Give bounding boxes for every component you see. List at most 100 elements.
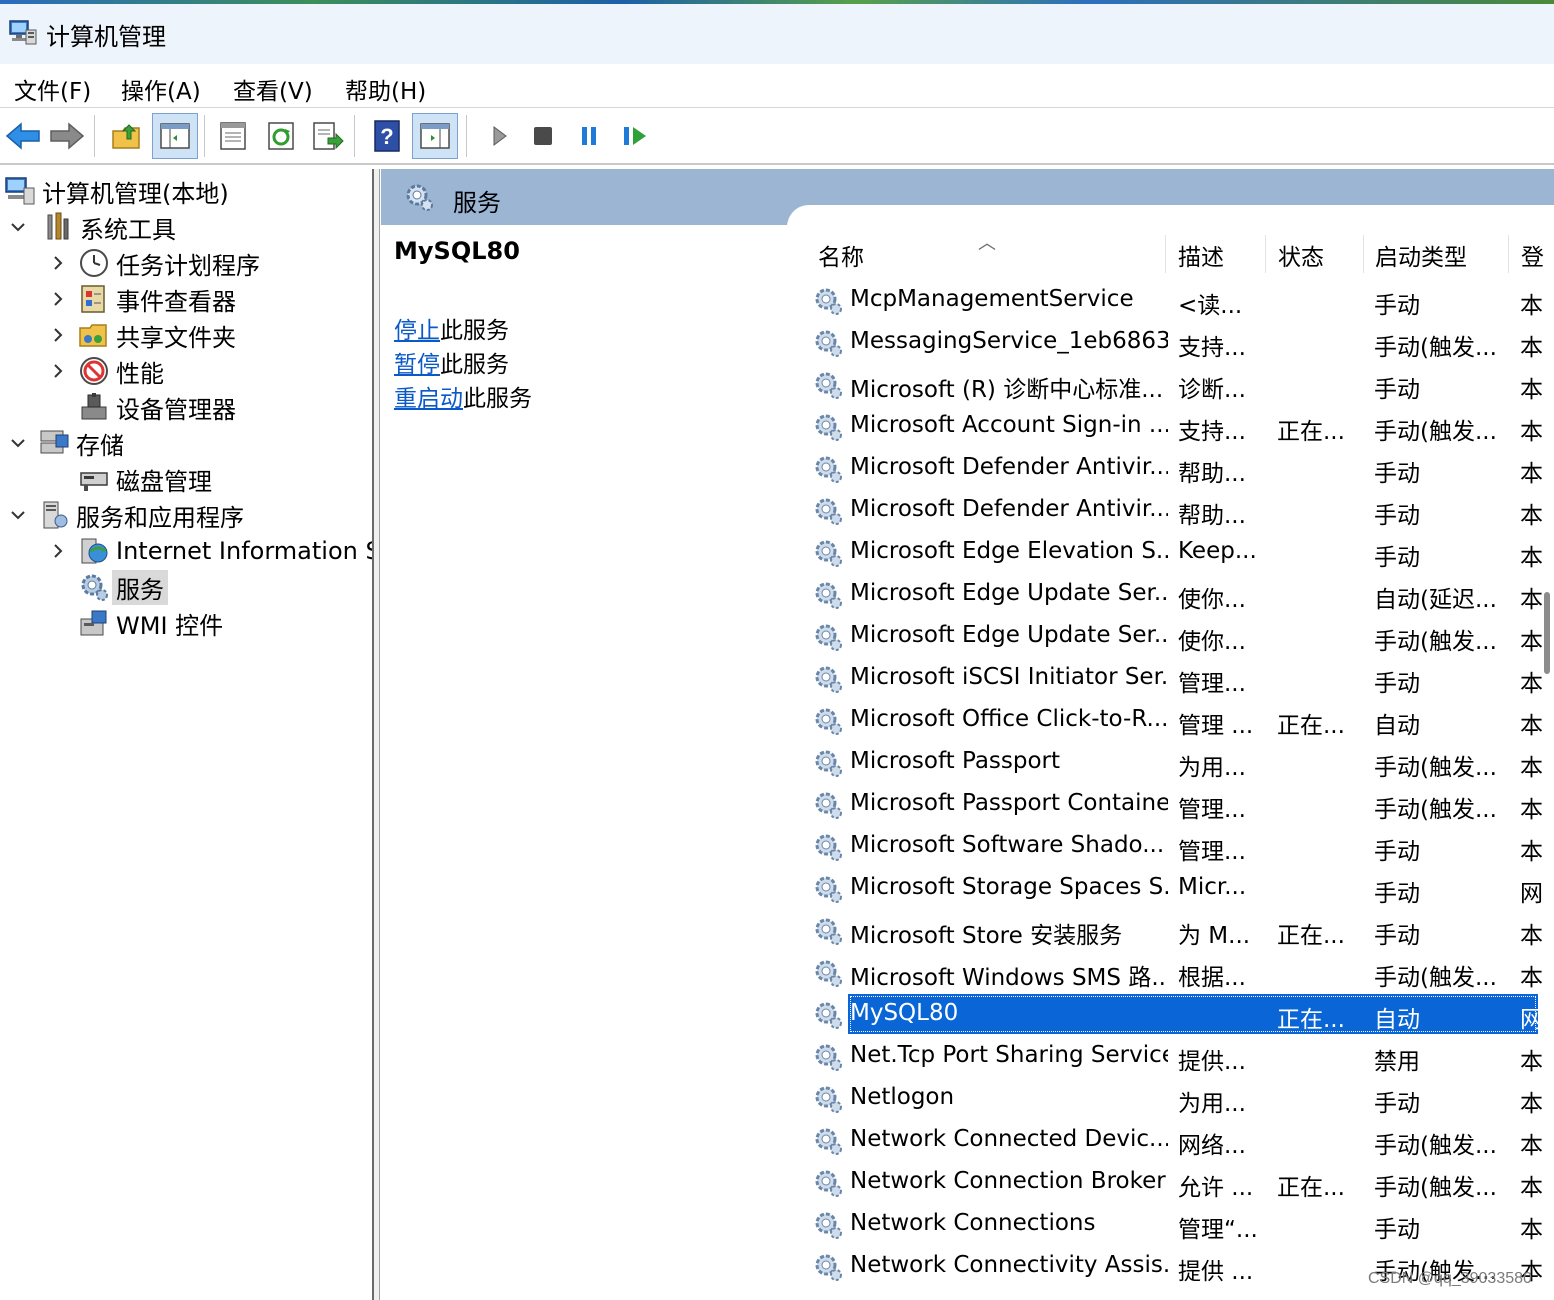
services-gear-icon <box>81 574 108 601</box>
service-row[interactable]: Microsoft Passport 为用... 手动(触发... 本 <box>808 741 1554 783</box>
service-description: <读... <box>1178 293 1243 319</box>
service-row[interactable]: Microsoft Edge Update Ser... 使你... 手动(触发..… <box>808 615 1554 657</box>
tree-system-tools[interactable]: 系统工具 <box>8 209 176 245</box>
service-row[interactable]: Microsoft (R) 诊断中心标准... 诊断... 手动 本 <box>808 363 1554 405</box>
tree-root[interactable]: 计算机管理(本地) <box>4 173 229 209</box>
tree-task-scheduler[interactable]: 任务计划程序 <box>48 245 260 281</box>
tree-storage[interactable]: 存储 <box>8 425 124 461</box>
menu-help[interactable]: 帮助(H) <box>343 72 428 106</box>
restart-service-link[interactable]: 重启动 <box>394 386 463 412</box>
service-row[interactable]: Microsoft Defender Antivir... 帮助... 手动 本 <box>808 447 1554 489</box>
pause-service-button[interactable] <box>566 113 612 159</box>
service-row[interactable]: Microsoft Passport Container 管理... 手动(触发..… <box>808 783 1554 825</box>
column-description[interactable]: 描述 <box>1168 235 1266 275</box>
show-hide-action-pane-icon <box>420 123 450 149</box>
service-gear-icon <box>815 540 842 567</box>
menu-action[interactable]: 操作(A) <box>119 72 203 106</box>
service-description: 管理... <box>1178 839 1246 865</box>
chevron-right-icon[interactable] <box>48 289 68 309</box>
service-row[interactable]: MessagingService_1eb6863f 支持... 手动(触发... 本 <box>808 321 1554 363</box>
stop-service-icon <box>534 127 552 145</box>
chevron-right-icon[interactable] <box>48 325 68 345</box>
service-row[interactable]: Microsoft Defender Antivir... 帮助... 手动 本 <box>808 489 1554 531</box>
service-description: 帮助... <box>1178 461 1246 487</box>
restart-service-button[interactable] <box>612 113 658 159</box>
show-hide-console-tree-button[interactable] <box>152 113 198 159</box>
chevron-right-icon[interactable] <box>48 541 68 561</box>
service-row[interactable]: Microsoft Account Sign-in ... 支持... 正在... 手… <box>808 405 1554 447</box>
service-startup-type: 禁用 <box>1374 1049 1420 1075</box>
tree-device-manager[interactable]: 设备管理器 <box>48 389 236 425</box>
service-row[interactable]: Network Connection Broker 允许 ... 正在... 手动(触… <box>808 1161 1554 1203</box>
column-name[interactable]: ︿ 名称 <box>808 233 1166 275</box>
service-row[interactable]: Network Connected Devic... 网络... 手动(触发... 本 <box>808 1119 1554 1161</box>
column-divider <box>1508 235 1509 273</box>
tree-iis[interactable]: Internet Information Se <box>48 533 372 569</box>
up-folder-icon <box>112 124 140 149</box>
vertical-scrollbar-thumb[interactable] <box>1544 592 1550 674</box>
pause-service-link[interactable]: 暂停 <box>394 352 440 378</box>
tree-performance[interactable]: 性能 <box>48 353 164 389</box>
service-gear-icon <box>815 1002 842 1029</box>
service-gear-icon <box>815 1044 842 1071</box>
service-row[interactable]: Microsoft Store 安装服务 为 M... 正在... 手动 本 <box>808 909 1554 951</box>
service-name: Microsoft Account Sign-in ... <box>850 412 1168 438</box>
chevron-down-icon[interactable] <box>8 433 28 453</box>
chevron-down-icon[interactable] <box>8 505 28 525</box>
service-row[interactable]: Microsoft Software Shado... 管理... 手动 本 <box>808 825 1554 867</box>
service-description: 诊断... <box>1178 377 1246 403</box>
help-icon: ? <box>374 120 400 152</box>
service-row[interactable]: McpManagementService <读... 手动 本 <box>808 279 1554 321</box>
service-row[interactable]: Network Connections 管理“... 手动 本 <box>808 1203 1554 1245</box>
service-row[interactable]: Microsoft Edge Update Ser... 使你... 自动(延迟..… <box>808 573 1554 615</box>
service-name: MessagingService_1eb6863f <box>850 328 1168 354</box>
tree-services-apps[interactable]: 服务和应用程序 <box>8 497 244 533</box>
service-row[interactable]: Microsoft Edge Elevation S... Keep... 手动 本 <box>808 531 1554 573</box>
tree-services[interactable]: 服务 <box>48 569 168 605</box>
properties-button[interactable] <box>210 113 256 159</box>
stop-service-button[interactable] <box>520 113 566 159</box>
menu-file[interactable]: 文件(F) <box>12 72 93 106</box>
column-divider <box>1165 235 1166 273</box>
services-pane: 服务 MySQL80 停止此服务 暂停此服务 重启动此服务 ︿ 名称 描述 状态… <box>381 169 1554 1300</box>
service-name: Microsoft Store 安装服务 <box>850 923 1123 949</box>
refresh-button[interactable] <box>258 113 304 159</box>
stop-service-link[interactable]: 停止 <box>394 318 440 344</box>
tree-wmi[interactable]: WMI 控件 <box>48 605 223 641</box>
service-row[interactable]: Net.Tcp Port Sharing Service 提供... 禁用 本 <box>808 1035 1554 1077</box>
up-one-level-button[interactable] <box>104 113 150 159</box>
service-row[interactable]: Microsoft iSCSI Initiator Ser... 管理... 手动本 <box>808 657 1554 699</box>
tree-shared-folders[interactable]: 共享文件夹 <box>48 317 236 353</box>
service-row[interactable]: Microsoft Storage Spaces S... Micr... 手动 网 <box>808 867 1554 909</box>
service-startup-type: 手动 <box>1374 839 1420 865</box>
start-service-button[interactable] <box>476 113 522 159</box>
performance-icon <box>80 357 108 385</box>
menu-view[interactable]: 查看(V) <box>231 72 315 106</box>
tree-disk-management[interactable]: 磁盘管理 <box>48 461 212 497</box>
pane-splitter[interactable] <box>372 169 380 1300</box>
service-row[interactable]: Netlogon 为用... 手动 本 <box>808 1077 1554 1119</box>
service-row[interactable]: MySQL80 正在... 自动 网 <box>808 993 1554 1035</box>
service-row[interactable]: Microsoft Windows SMS 路... 根据... 手动(触发... 本 <box>808 951 1554 993</box>
services-header-title: 服务 <box>453 189 501 217</box>
chevron-right-icon[interactable] <box>48 361 68 381</box>
service-startup-type: 手动 <box>1374 881 1420 907</box>
service-startup-type: 手动 <box>1374 545 1420 571</box>
column-status[interactable]: 状态 <box>1268 235 1364 275</box>
iis-icon <box>81 538 108 564</box>
back-button[interactable] <box>0 113 46 159</box>
forward-button[interactable] <box>44 113 90 159</box>
show-hide-action-pane-button[interactable] <box>412 113 458 159</box>
tree-disk-management-label: 磁盘管理 <box>116 467 212 496</box>
service-gear-icon <box>815 876 842 903</box>
service-gear-icon <box>815 834 842 861</box>
column-startup-type[interactable]: 启动类型 <box>1365 235 1509 275</box>
chevron-right-icon[interactable] <box>48 253 68 273</box>
tree-event-viewer[interactable]: 事件查看器 <box>48 281 236 317</box>
service-log-on-as: 本 <box>1520 923 1543 949</box>
export-list-button[interactable] <box>304 113 350 159</box>
column-log-on-as[interactable]: 登 <box>1511 235 1554 275</box>
chevron-down-icon[interactable] <box>8 217 28 237</box>
help-button[interactable]: ? <box>364 113 410 159</box>
service-row[interactable]: Microsoft Office Click-to-R... 管理 ... 正在..… <box>808 699 1554 741</box>
